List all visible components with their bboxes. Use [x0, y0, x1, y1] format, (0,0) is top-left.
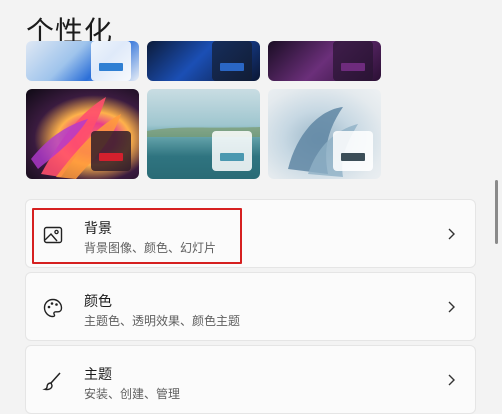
setting-title: 背景 [84, 221, 112, 237]
theme-thumbnail-4[interactable] [26, 89, 139, 179]
setting-title: 主题 [84, 367, 112, 383]
setting-subtitle: 主题色、透明效果、颜色主题 [84, 314, 241, 328]
setting-title: 颜色 [84, 294, 112, 310]
accent-swatch [333, 131, 373, 171]
accent-swatch [333, 41, 373, 81]
palette-icon [43, 298, 63, 318]
background-setting[interactable]: 背景 背景图像、颜色、幻灯片 [25, 199, 476, 268]
theme-thumbnail-5[interactable] [147, 89, 260, 179]
chevron-right-icon [448, 374, 455, 386]
chevron-right-icon [448, 301, 455, 313]
brush-icon [42, 372, 61, 391]
scrollbar-thumb[interactable] [495, 180, 498, 244]
color-setting[interactable]: 颜色 主题色、透明效果、颜色主题 [25, 272, 476, 341]
theme-thumbnail-6[interactable] [268, 89, 381, 179]
theme-setting[interactable]: 主题 安装、创建、管理 [25, 345, 476, 414]
setting-subtitle: 背景图像、颜色、幻灯片 [84, 241, 217, 255]
image-icon [43, 226, 63, 244]
accent-swatch [212, 41, 252, 81]
accent-swatch [91, 131, 131, 171]
accent-swatch [91, 41, 131, 81]
theme-thumbnail-1[interactable] [26, 41, 139, 81]
theme-thumbnail-3[interactable] [268, 41, 381, 81]
chevron-right-icon [448, 228, 455, 240]
accent-swatch [212, 131, 252, 171]
theme-thumbnail-2[interactable] [147, 41, 260, 81]
